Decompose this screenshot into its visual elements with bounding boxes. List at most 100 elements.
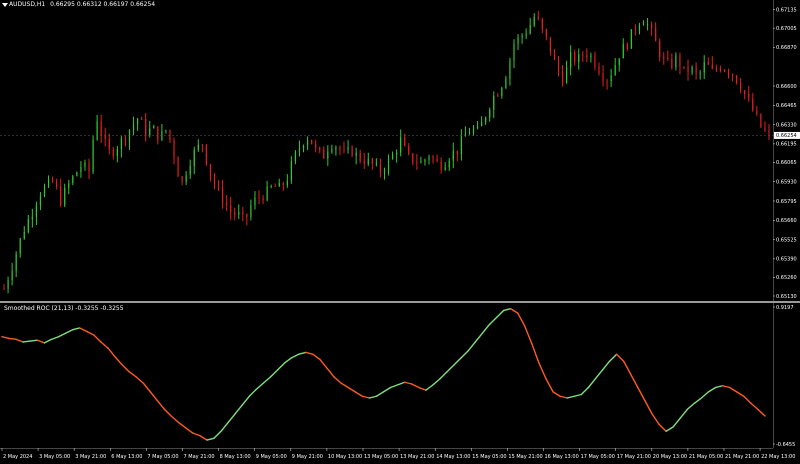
candle xyxy=(436,154,438,163)
roc-line-segment xyxy=(234,404,243,415)
candle xyxy=(315,140,317,153)
candle xyxy=(578,48,580,70)
candle xyxy=(112,146,114,160)
roc-line-segment xyxy=(86,330,95,336)
candle xyxy=(764,121,766,133)
candle xyxy=(541,17,543,33)
roc-line-segment xyxy=(403,381,413,385)
candle xyxy=(493,91,495,118)
price-scale[interactable]: 0.67135 0.67005 0.66870 0.66600 0.66465 0.663… xyxy=(773,0,800,302)
candle xyxy=(331,144,333,154)
roc-line-segment xyxy=(446,364,455,373)
roc-line-segment xyxy=(184,427,194,434)
candle xyxy=(64,183,66,208)
candle xyxy=(731,73,734,82)
roc-line-segment xyxy=(71,327,81,331)
roc-line-segment xyxy=(552,391,561,397)
candle xyxy=(254,191,256,210)
roc-line-segment xyxy=(269,369,279,378)
candle xyxy=(557,55,560,77)
candle xyxy=(618,58,620,72)
candle xyxy=(27,215,29,234)
candle xyxy=(655,22,657,42)
candle xyxy=(489,107,491,122)
candle xyxy=(740,78,742,94)
candle xyxy=(505,75,507,89)
candle xyxy=(165,129,167,134)
roc-line-segment xyxy=(15,338,24,343)
roc-line-segment xyxy=(637,386,646,402)
roc-line-segment xyxy=(495,309,505,319)
candle xyxy=(594,51,596,71)
candle xyxy=(343,141,345,154)
candle xyxy=(185,171,187,186)
candle xyxy=(598,62,600,76)
candle xyxy=(659,38,661,62)
candle xyxy=(460,129,462,161)
candle xyxy=(646,17,649,31)
candle xyxy=(19,237,21,258)
candle xyxy=(485,116,487,126)
indicator-scale[interactable]: 0.9197-0.6455 xyxy=(773,303,800,448)
roc-line-segment xyxy=(354,391,364,397)
roc-line-segment xyxy=(644,399,653,415)
candle xyxy=(56,178,58,190)
roc-line-segment xyxy=(298,351,307,355)
candle xyxy=(432,154,434,164)
price-tick-label: 0.65260 xyxy=(776,275,797,281)
roc-line-segment xyxy=(481,323,491,334)
candle xyxy=(238,204,240,219)
candle xyxy=(234,207,236,221)
price-tick-label: 0.66870 xyxy=(776,45,797,51)
candle xyxy=(177,156,179,177)
roc-line-segment xyxy=(206,437,215,441)
roc-line-segment xyxy=(389,384,399,389)
symbol-name: AUDUSD,H1 xyxy=(9,1,46,8)
price-chart[interactable] xyxy=(0,0,773,302)
candle xyxy=(363,152,365,170)
candle xyxy=(525,28,527,40)
time-tick-label: 6 May 13:00 xyxy=(111,454,142,460)
candle xyxy=(428,154,430,165)
time-tick-label: 15 May 05:00 xyxy=(472,454,506,460)
candle xyxy=(242,206,244,222)
roc-line-segment xyxy=(382,386,392,393)
price-tick-label: 0.66065 xyxy=(776,160,797,166)
roc-line-segment xyxy=(135,376,144,384)
roc-line-segment xyxy=(319,358,328,369)
candle xyxy=(282,181,284,191)
candle xyxy=(566,60,568,84)
roc-line-segment xyxy=(312,353,321,361)
roc-line-segment xyxy=(601,360,611,371)
candle xyxy=(448,158,450,172)
roc-line-segment xyxy=(411,383,420,389)
candle xyxy=(420,156,422,164)
time-tick-label: 13 May 21:00 xyxy=(400,454,434,460)
candle xyxy=(412,152,414,166)
roc-line-segment xyxy=(714,385,724,389)
roc-line-segment xyxy=(566,395,575,399)
symbol-dropdown-icon[interactable] xyxy=(2,3,8,7)
roc-line-segment xyxy=(64,329,74,334)
roc-line-segment xyxy=(460,350,469,359)
roc-line-segment xyxy=(29,339,39,342)
candle xyxy=(116,145,118,163)
candle xyxy=(638,22,641,35)
candle xyxy=(136,117,139,131)
time-tick-label: 17 May 05:00 xyxy=(581,454,615,460)
roc-line-segment xyxy=(1,336,10,340)
candle xyxy=(440,157,442,174)
indicator-chart[interactable] xyxy=(0,303,773,448)
time-axis: 2 May 2024 3 May 05:00 3 May 21:00 6 May 13… xyxy=(0,448,795,460)
candle xyxy=(408,142,410,156)
roc-line-segment xyxy=(121,364,130,373)
roc-line-segment xyxy=(347,386,356,393)
roc-line-segment xyxy=(375,391,385,397)
candle xyxy=(201,144,203,153)
roc-line-segment xyxy=(587,378,597,389)
candle xyxy=(602,65,604,87)
candle xyxy=(39,192,42,211)
candle xyxy=(723,68,726,73)
candle xyxy=(355,147,357,165)
candle xyxy=(327,145,329,166)
